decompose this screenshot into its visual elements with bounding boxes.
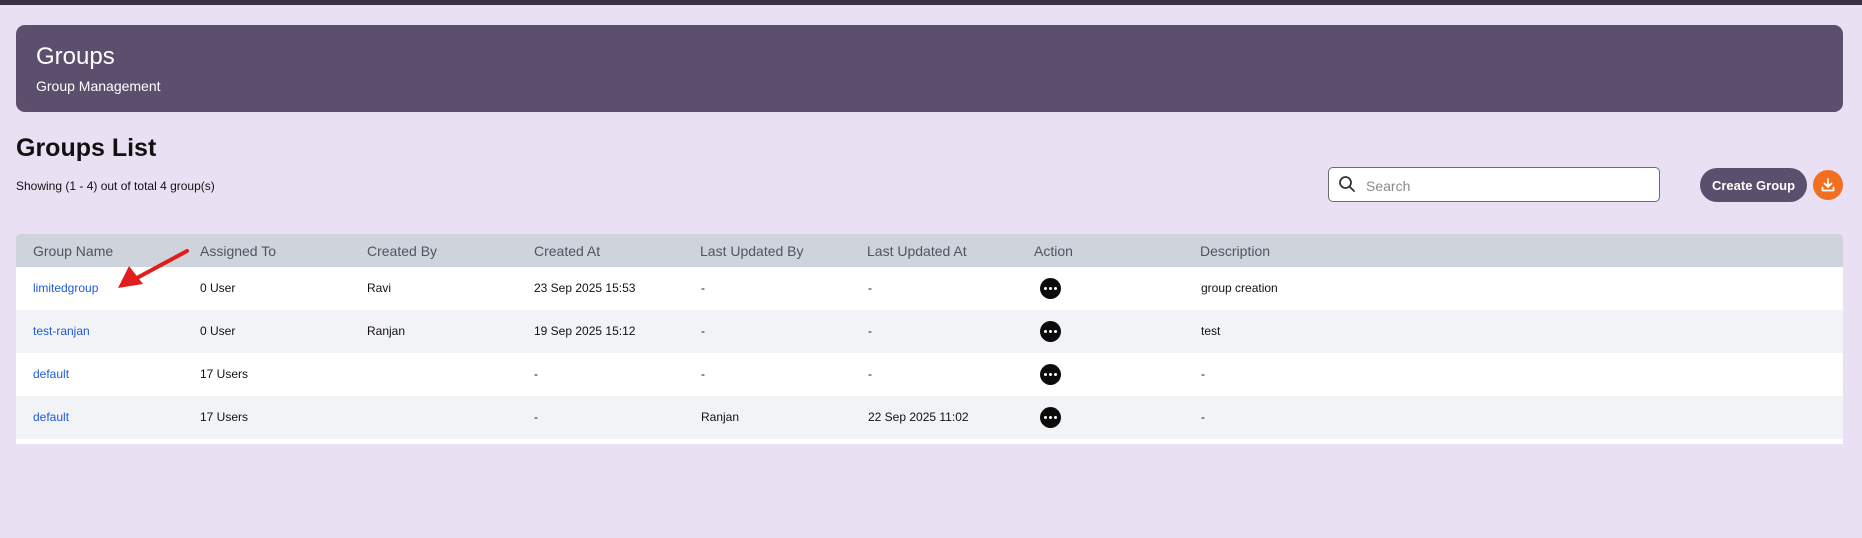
last-updated-by-cell: - bbox=[701, 367, 705, 381]
column-header-created-by[interactable]: Created By bbox=[367, 243, 437, 259]
column-header-created-at[interactable]: Created At bbox=[534, 243, 600, 259]
last-updated-at-cell: - bbox=[868, 367, 872, 381]
table-row: default 17 Users - - - - bbox=[16, 353, 1843, 396]
page-title: Groups bbox=[36, 43, 115, 70]
last-updated-at-cell: - bbox=[868, 324, 872, 338]
created-at-cell: - bbox=[534, 410, 538, 424]
description-cell: - bbox=[1201, 367, 1205, 381]
more-options-icon[interactable] bbox=[1040, 364, 1061, 385]
last-updated-by-cell: Ranjan bbox=[701, 410, 740, 424]
created-by-cell: Ravi bbox=[367, 281, 392, 295]
last-updated-by-cell: - bbox=[701, 281, 705, 295]
download-button[interactable] bbox=[1813, 170, 1843, 200]
page-subtitle: Group Management bbox=[36, 78, 161, 94]
table-row: limitedgroup 0 User Ravi 23 Sep 2025 15:… bbox=[16, 267, 1843, 310]
groups-table: Group Name Assigned To Created By Create… bbox=[16, 234, 1843, 444]
more-options-icon[interactable] bbox=[1040, 278, 1061, 299]
group-name-link[interactable]: test-ranjan bbox=[33, 324, 90, 338]
more-options-icon[interactable] bbox=[1040, 321, 1061, 342]
more-options-icon[interactable] bbox=[1040, 407, 1061, 428]
column-header-group-name[interactable]: Group Name bbox=[33, 243, 113, 259]
group-name-link[interactable]: limitedgroup bbox=[33, 281, 98, 295]
search-input[interactable] bbox=[1364, 168, 1648, 203]
table-row: test-ranjan 0 User Ranjan 19 Sep 2025 15… bbox=[16, 310, 1843, 353]
description-cell: - bbox=[1201, 410, 1205, 424]
last-updated-at-cell: 22 Sep 2025 11:02 bbox=[868, 410, 969, 424]
created-by-cell: Ranjan bbox=[367, 324, 406, 338]
search-icon bbox=[1339, 176, 1355, 192]
create-group-button[interactable]: Create Group bbox=[1700, 168, 1807, 202]
assigned-to-cell: 0 User bbox=[200, 324, 236, 338]
pagination-summary: Showing (1 - 4) out of total 4 group(s) bbox=[16, 179, 215, 193]
created-at-cell: 23 Sep 2025 15:53 bbox=[534, 281, 636, 295]
created-at-cell: 19 Sep 2025 15:12 bbox=[534, 324, 636, 338]
list-heading: Groups List bbox=[16, 134, 157, 162]
column-header-last-updated-at[interactable]: Last Updated At bbox=[867, 243, 967, 259]
group-name-link[interactable]: default bbox=[33, 410, 69, 424]
assigned-to-cell: 17 Users bbox=[200, 410, 249, 424]
last-updated-at-cell: - bbox=[868, 281, 872, 295]
page-header-banner: Groups Group Management bbox=[16, 25, 1843, 112]
column-header-action: Action bbox=[1034, 243, 1073, 259]
column-header-assigned-to[interactable]: Assigned To bbox=[200, 243, 276, 259]
assigned-to-cell: 0 User bbox=[200, 281, 236, 295]
description-cell: group creation bbox=[1201, 281, 1278, 295]
table-header: Group Name Assigned To Created By Create… bbox=[16, 234, 1843, 267]
download-icon bbox=[1821, 178, 1835, 192]
search-box[interactable] bbox=[1328, 167, 1660, 203]
description-cell: test bbox=[1201, 324, 1221, 338]
created-at-cell: - bbox=[534, 367, 538, 381]
table-row: default 17 Users - Ranjan 22 Sep 2025 11… bbox=[16, 396, 1843, 439]
red-arrow-icon bbox=[118, 249, 189, 288]
group-name-link[interactable]: default bbox=[33, 367, 69, 381]
column-header-last-updated-by[interactable]: Last Updated By bbox=[700, 243, 804, 259]
top-bar bbox=[0, 0, 1862, 5]
assigned-to-cell: 17 Users bbox=[200, 367, 249, 381]
last-updated-by-cell: - bbox=[701, 324, 705, 338]
column-header-description[interactable]: Description bbox=[1200, 243, 1270, 259]
